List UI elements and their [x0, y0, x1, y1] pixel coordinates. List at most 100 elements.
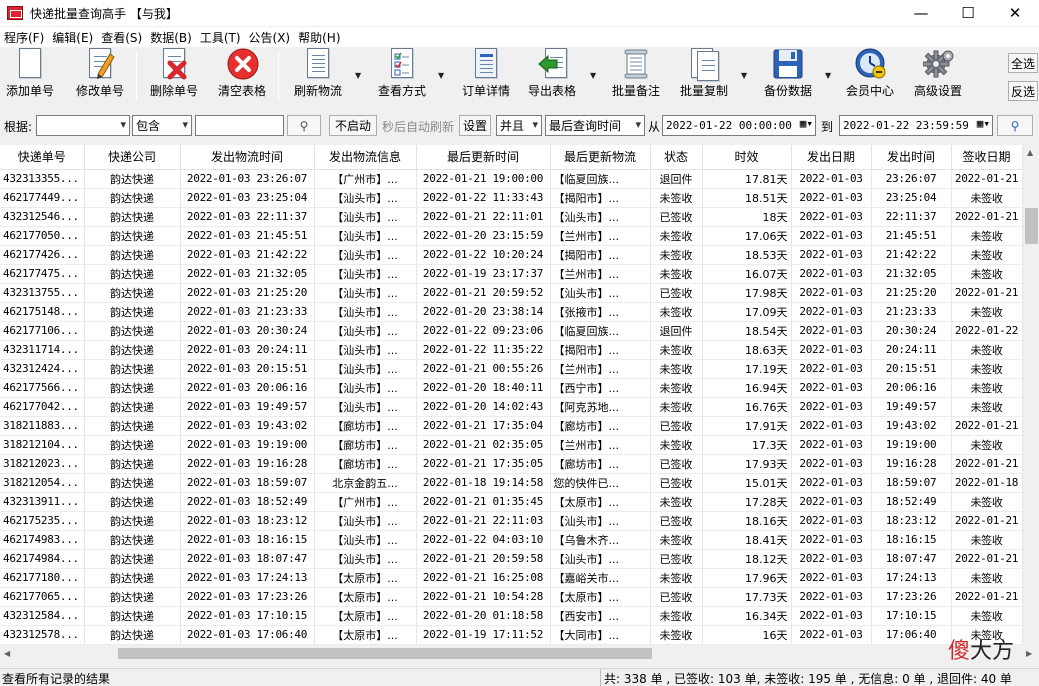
member-center-button[interactable]: 会员中心 — [842, 47, 898, 105]
table-cell: 23:26:07 — [871, 169, 952, 189]
date-to-picker[interactable]: 2022-01-22 23:59:59 ▦▾ — [839, 115, 993, 136]
column-header[interactable]: 最后更新物流 — [550, 145, 651, 170]
horizontal-scrollbar[interactable]: ◀ ▶ — [0, 645, 1039, 662]
table-row[interactable]: 318212104... 韵达快递 2022-01-03 19:19:00 【廊坊市】… — [0, 435, 1022, 455]
table-row[interactable]: 432311714... 韵达快递 2022-01-03 20:24:11 【汕头市】… — [0, 340, 1022, 360]
add-order-button[interactable]: 添加单号 — [4, 47, 56, 105]
refresh-dropdown-icon[interactable]: ▼ — [355, 71, 361, 80]
table-cell: 【太原市】... — [314, 568, 417, 588]
table-row[interactable]: 462177566... 韵达快递 2022-01-03 20:06:16 【汕头市】… — [0, 378, 1022, 398]
calendar-icon[interactable]: ▦▾ — [977, 117, 990, 130]
table-row[interactable]: 462175235... 韵达快递 2022-01-03 18:23:12 【汕头市】… — [0, 511, 1022, 531]
scroll-left-icon[interactable]: ◀ — [4, 649, 10, 658]
view-mode-button[interactable]: 查看方式 — [374, 47, 430, 105]
menu-notice[interactable]: 公告(X) — [245, 29, 295, 46]
order-detail-button[interactable]: 订单详情 — [458, 47, 514, 105]
logic-select[interactable]: 并且 — [496, 115, 542, 136]
table-cell: 韵达快递 — [84, 549, 181, 569]
time-field-select[interactable]: 最后查询时间 — [545, 115, 645, 136]
query-button[interactable]: ⚲ — [997, 115, 1033, 136]
menu-help[interactable]: 帮助(H) — [294, 29, 344, 46]
column-header[interactable]: 最后更新时间 — [416, 145, 551, 170]
menu-data[interactable]: 数据(B) — [146, 29, 196, 46]
table-row[interactable]: 462177449... 韵达快递 2022-01-03 23:25:04 【汕头市】… — [0, 188, 1022, 208]
export-dropdown-icon[interactable]: ▼ — [590, 71, 596, 80]
table-cell: 2022-01-03 21:23:33 — [180, 302, 315, 322]
batch-copy-dropdown-icon[interactable]: ▼ — [741, 71, 747, 80]
menu-edit[interactable]: 编辑(E) — [48, 29, 97, 46]
filter-field-select[interactable] — [36, 115, 130, 136]
filter-operator-select[interactable]: 包含 — [132, 115, 192, 136]
table-row[interactable]: 462174984... 韵达快递 2022-01-03 18:07:47 【汕头市】… — [0, 549, 1022, 569]
maximize-button[interactable]: ☐ — [945, 0, 991, 26]
column-header[interactable]: 发出物流信息 — [314, 145, 417, 170]
table-row[interactable]: 462177065... 韵达快递 2022-01-03 17:23:26 【太原市】… — [0, 587, 1022, 607]
from-label: 从 — [648, 120, 661, 134]
select-all-button[interactable]: 全选 — [1008, 53, 1038, 73]
results-table[interactable]: 快递单号 快递公司 发出物流时间 发出物流信息 最后更新时间 最后更新物流 状态 时效 发出日期… — [0, 145, 1022, 645]
minimize-button[interactable]: — — [898, 0, 944, 26]
table-row[interactable]: 318211883... 韵达快递 2022-01-03 19:43:02 【廊坊市】… — [0, 416, 1022, 436]
table-row[interactable]: 432312578... 韵达快递 2022-01-03 17:06:40 【太原市】… — [0, 625, 1022, 645]
table-row[interactable]: 462177475... 韵达快递 2022-01-03 21:32:05 【汕头市】… — [0, 264, 1022, 284]
refresh-logistics-button[interactable]: 刷新物流 — [290, 47, 346, 105]
menu-view[interactable]: 查看(S) — [97, 29, 146, 46]
column-header[interactable]: 时效 — [702, 145, 792, 170]
advanced-settings-button[interactable]: 高级设置 — [908, 47, 968, 105]
table-row[interactable]: 462177426... 韵达快递 2022-01-03 21:42:22 【汕头市】… — [0, 245, 1022, 265]
vertical-scroll-thumb[interactable] — [1025, 208, 1038, 244]
table-row[interactable]: 318212023... 韵达快递 2022-01-03 19:16:28 【廊坊市】… — [0, 454, 1022, 474]
column-header[interactable]: 状态 — [650, 145, 703, 170]
table-cell: 韵达快递 — [84, 416, 181, 436]
table-row[interactable]: 432313911... 韵达快递 2022-01-03 18:52:49 【广州市】… — [0, 492, 1022, 512]
backup-dropdown-icon[interactable]: ▼ — [825, 71, 831, 80]
column-header[interactable]: 签收日期 — [951, 145, 1022, 170]
date-from-picker[interactable]: 2022-01-22 00:00:00 ▦▾ — [662, 115, 816, 136]
table-row[interactable]: 432313755... 韵达快递 2022-01-03 21:25:20 【汕头市】… — [0, 283, 1022, 303]
column-header[interactable]: 发出日期 — [791, 145, 872, 170]
table-row[interactable]: 462174983... 韵达快递 2022-01-03 18:16:15 【汕头市】… — [0, 530, 1022, 550]
watermark-black-text: 大方 — [970, 639, 1015, 664]
table-cell: 【汕头市】... — [314, 188, 417, 208]
backup-data-button[interactable]: 备份数据 — [760, 47, 816, 105]
edit-order-button[interactable]: 修改单号 — [72, 47, 128, 105]
table-cell: 2022-01-03 — [791, 207, 872, 227]
filter-keyword-input[interactable] — [195, 115, 284, 136]
invert-selection-button[interactable]: 反选 — [1008, 81, 1038, 101]
batch-note-button[interactable]: 批量备注 — [608, 47, 664, 105]
calendar-icon[interactable]: ▦▾ — [800, 117, 813, 130]
table-row[interactable]: 462175148... 韵达快递 2022-01-03 21:23:33 【汕头市】… — [0, 302, 1022, 322]
view-mode-dropdown-icon[interactable]: ▼ — [438, 71, 444, 80]
column-header[interactable]: 快递公司 — [84, 145, 181, 170]
scroll-right-icon[interactable]: ▶ — [1026, 649, 1032, 658]
search-button[interactable]: ⚲ — [287, 115, 321, 136]
table-cell: 18:07:47 — [871, 549, 952, 569]
refresh-settings-button[interactable]: 设置 — [459, 115, 491, 136]
table-cell: 【汕头市】... — [314, 530, 417, 550]
auto-refresh-button[interactable]: 不启动 — [329, 115, 377, 136]
close-button[interactable]: ✕ — [992, 0, 1038, 26]
table-row[interactable]: 462177106... 韵达快递 2022-01-03 20:30:24 【汕头市】… — [0, 321, 1022, 341]
table-row[interactable]: 318212054... 韵达快递 2022-01-03 18:59:07 北京金韵五… — [0, 473, 1022, 493]
export-table-button[interactable]: 导出表格 — [524, 47, 580, 105]
table-row[interactable]: 432312584... 韵达快递 2022-01-03 17:10:15 【太原市】… — [0, 606, 1022, 626]
table-row[interactable]: 462177050... 韵达快递 2022-01-03 21:45:51 【汕头市】… — [0, 226, 1022, 246]
column-header[interactable]: 快递单号 — [0, 145, 85, 170]
table-row[interactable]: 432312424... 韵达快递 2022-01-03 20:15:51 【汕头市】… — [0, 359, 1022, 379]
horizontal-scroll-thumb[interactable] — [118, 648, 652, 659]
batch-copy-button[interactable]: 批量复制 — [676, 47, 732, 105]
table-cell: 2022-01-03 21:32:05 — [180, 264, 315, 284]
menu-program[interactable]: 程序(F) — [0, 29, 48, 46]
table-row[interactable]: 432312546... 韵达快递 2022-01-03 22:11:37 【汕头市】… — [0, 207, 1022, 227]
table-row[interactable]: 462177180... 韵达快递 2022-01-03 17:24:13 【太原市】… — [0, 568, 1022, 588]
title-bar[interactable]: 快递批量查询高手 【与我】 — ☐ ✕ — [0, 0, 1039, 26]
scroll-up-icon[interactable]: ▲ — [1027, 148, 1033, 157]
menu-tools[interactable]: 工具(T) — [196, 29, 245, 46]
column-header[interactable]: 发出物流时间 — [180, 145, 315, 170]
clear-table-button[interactable]: 清空表格 — [214, 47, 270, 105]
table-row[interactable]: 432313355... 韵达快递 2022-01-03 23:26:07 【广州市】… — [0, 169, 1022, 189]
delete-order-button[interactable]: 删除单号 — [146, 47, 202, 105]
column-header[interactable]: 发出时间 — [871, 145, 952, 170]
vertical-scrollbar[interactable]: ▲ — [1022, 145, 1039, 645]
table-row[interactable]: 462177042... 韵达快递 2022-01-03 19:49:57 【汕头市】… — [0, 397, 1022, 417]
